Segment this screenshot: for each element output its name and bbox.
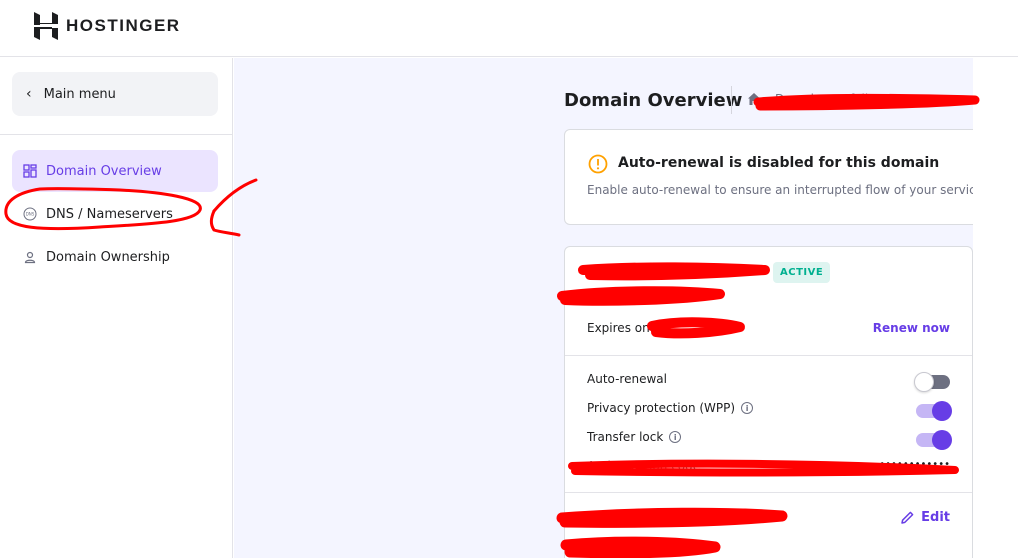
card-divider [565,355,972,356]
setting-label-text: Auto-renewal [587,372,667,386]
main-content: Domain Overview Domain portfolio Auto-re… [234,58,973,558]
hostinger-logo[interactable]: HOSTINGER [34,12,181,40]
info-icon[interactable]: i [741,402,754,414]
brand-name: HOSTINGER [66,16,181,35]
edit-label: Edit [921,510,950,525]
transfer-lock-toggle[interactable] [916,430,952,450]
sidebar-item-label: DNS / Nameservers [46,206,173,222]
privacy-protection-label: Privacy protection (WPP) i [587,401,754,415]
warning-icon [588,154,608,174]
transfer-lock-label: Transfer lock i [587,430,682,444]
home-icon[interactable] [746,91,762,107]
alert-description: Enable auto-renewal to ensure an interru… [587,183,973,197]
hostinger-logo-icon [34,12,58,40]
main-menu-label: Main menu [43,86,116,102]
status-badge: ACTIVE [773,262,831,283]
chevron-left-icon: ‹ [26,86,32,102]
auto-renewal-alert: Auto-renewal is disabled for this domain… [564,129,973,225]
pencil-icon [901,511,914,524]
main-menu-button[interactable]: ‹ Main menu [12,72,218,116]
auto-renewal-label: Auto-renewal [587,372,667,386]
domain-card: ACTIVE Expires on: Renew now Auto-renewa… [564,246,973,558]
person-icon [23,250,37,264]
grid-icon [23,164,37,178]
info-icon[interactable]: i [669,431,682,443]
sidebar-item-domain-ownership[interactable]: Domain Ownership [12,236,218,278]
breadcrumb[interactable]: Domain portfolio [775,92,876,106]
svg-text:DNS: DNS [26,212,35,217]
auto-renewal-toggle[interactable] [914,372,950,392]
authorization-code-value: •••••••••••• [879,459,950,470]
page-title: Domain Overview [564,90,743,111]
edit-button[interactable]: Edit [900,510,950,525]
sidebar-item-label: Domain Overview [46,163,162,179]
alert-title: Auto-renewal is disabled for this domain [618,155,940,171]
authorization-code-label: Authorization code [587,459,700,473]
dns-icon: DNS [23,207,37,221]
expires-label: Expires on: [587,321,654,335]
sidebar-divider [0,134,232,135]
sidebar: ‹ Main menu Domain Overview DNS DNS / Na… [0,58,233,558]
title-divider [731,86,732,114]
card-divider [565,492,972,493]
privacy-protection-toggle[interactable] [916,401,952,421]
toggle-knob [932,401,952,421]
top-bar: HOSTINGER [0,0,1018,57]
setting-label-text: Authorization code [587,459,701,473]
setting-label-text: Transfer lock [587,430,664,444]
toggle-knob [932,430,952,450]
sidebar-item-domain-overview[interactable]: Domain Overview [12,150,218,192]
sidebar-item-dns-nameservers[interactable]: DNS DNS / Nameservers [12,193,218,235]
sidebar-item-label: Domain Ownership [46,249,170,265]
toggle-knob [914,372,934,392]
renew-now-link[interactable]: Renew now [873,321,950,335]
setting-label-text: Privacy protection (WPP) [587,401,736,415]
